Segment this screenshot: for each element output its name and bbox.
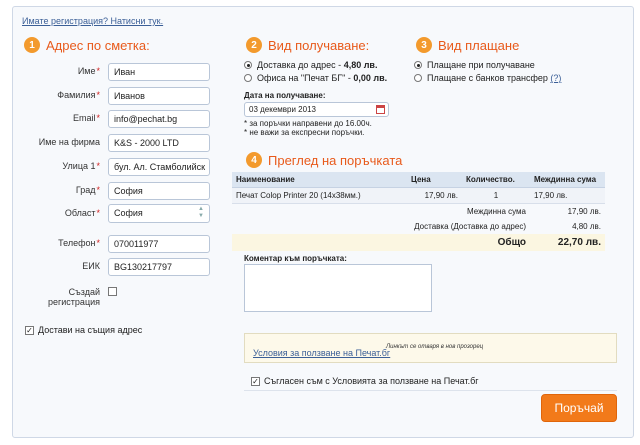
step-number-1: 1 — [24, 37, 40, 53]
email-input[interactable]: info@pechat.bg — [108, 110, 210, 128]
office-pickup-radio[interactable] — [244, 74, 252, 82]
login-link[interactable]: Имате регистрация? Натисни тук. — [22, 16, 163, 26]
delivery-address-label: Доставка до адрес - 4,80 лв. — [257, 60, 378, 70]
col-subtotal-header: Междинна сума — [530, 172, 605, 188]
order-review-section-title: 4 Преглед на поръчката — [246, 152, 402, 168]
terms-link[interactable]: Условия за ползване на Печат.бг — [253, 348, 390, 358]
delivery-address-radio[interactable] — [244, 61, 252, 69]
agree-terms-checkbox[interactable]: ✓ — [251, 377, 260, 386]
region-label: Област* — [64, 208, 100, 218]
cash-on-delivery-radio[interactable] — [414, 61, 422, 69]
step-number-4: 4 — [246, 152, 262, 168]
billing-section-title: 1 Адрес по сметка: — [24, 37, 150, 53]
last-name-label: Фамилия* — [57, 90, 100, 100]
delivery-cost-value: 4,80 лв. — [572, 222, 601, 231]
total-value: 22,70 лв. — [530, 234, 605, 251]
phone-input[interactable]: 070011977 — [108, 235, 210, 253]
date-label: Дата на получаване: — [244, 91, 326, 100]
step-number-3: 3 — [416, 37, 432, 53]
cash-on-delivery-label: Плащане при получаване — [427, 60, 535, 70]
step-number-2: 2 — [246, 37, 262, 53]
date-input[interactable]: 03 декември 2013 — [244, 102, 389, 117]
order-table-header: Наименование Цена Количество. Междинна с… — [232, 172, 605, 188]
delivery-row: Доставка (Доставка до адрес) 4,80 лв. — [232, 219, 605, 234]
total-row: Общо 22,70 лв. — [232, 234, 605, 251]
subtotal-value: 17,90 лв. — [567, 207, 601, 216]
street-label: Улица 1* — [62, 161, 100, 171]
street-input[interactable]: бул. Ал. Стамболийск — [108, 158, 210, 176]
terms-box: Условия за ползване на Печат.бг Линкът с… — [244, 333, 617, 363]
agree-terms-label: Съгласен съм с Условията за ползване на … — [264, 376, 479, 386]
payment-section-title: 3 Вид плащане — [416, 37, 519, 53]
company-input[interactable]: K&S - 2000 LTD — [108, 134, 210, 152]
company-label: Име на фирма — [38, 137, 100, 147]
bank-transfer-radio[interactable] — [414, 74, 422, 82]
region-select[interactable]: София ▲ ▼ — [108, 204, 210, 223]
order-table: Наименование Цена Количество. Междинна с… — [232, 172, 605, 251]
subtotal-label: Междинна сума — [467, 207, 526, 216]
comment-textarea[interactable] — [244, 264, 432, 312]
same-address-checkbox[interactable]: ✓ — [25, 326, 34, 335]
total-label: Общо — [232, 234, 530, 251]
city-label: Грaд* — [75, 185, 100, 195]
item-name: Печат Colop Printer 20 (14x38мм.) — [232, 187, 407, 204]
col-name-header: Наименование — [232, 172, 407, 188]
eik-label: ЕИК — [82, 261, 100, 271]
delivery-note-2: * не важи за експресни поръчки. — [244, 128, 365, 137]
city-input[interactable]: София — [108, 182, 210, 200]
delivery-cost-label: Доставка (Доставка до адрес) — [414, 222, 526, 231]
item-qty: 1 — [462, 187, 530, 204]
col-qty-header: Количество. — [462, 172, 530, 188]
comment-label: Коментар към поръчката: — [244, 254, 347, 263]
terms-hint: Линкът се отваря в нов прозорец — [386, 344, 484, 350]
last-name-input[interactable]: Иванов — [108, 87, 210, 105]
phone-label: Телефон* — [58, 238, 100, 248]
calendar-icon[interactable] — [376, 105, 385, 114]
office-pickup-label: Офиса на "Печат БГ" - 0,00 лв. — [257, 73, 388, 83]
col-price-header: Цена — [407, 172, 462, 188]
item-price: 17,90 лв. — [407, 187, 462, 204]
divider — [244, 390, 617, 391]
bank-transfer-help-link[interactable]: (?) — [550, 73, 561, 83]
table-row: Печат Colop Printer 20 (14x38мм.) 17,90 … — [232, 187, 605, 204]
delivery-section-title: 2 Вид получаване: — [246, 37, 369, 53]
first-name-input[interactable]: Иван — [108, 63, 210, 81]
create-registration-label: Създай регистрация — [47, 287, 100, 307]
eik-input[interactable]: BG130217797 — [108, 258, 210, 276]
subtotal-row: Междинна сума 17,90 лв. — [232, 204, 605, 220]
delivery-note-1: * за поръчки направени до 16.00ч. — [244, 119, 372, 128]
email-label: Email* — [72, 113, 100, 123]
same-address-label: Достави на същия адрес — [38, 325, 143, 335]
item-subtotal: 17,90 лв. — [530, 187, 605, 204]
create-registration-checkbox[interactable] — [108, 287, 117, 296]
order-submit-button[interactable]: Поръчай — [541, 394, 617, 422]
chevron-updown-icon: ▲ ▼ — [198, 206, 204, 219]
bank-transfer-label: Плащане с банков трансфер (?) — [427, 73, 562, 83]
first-name-label: Име* — [77, 66, 100, 76]
